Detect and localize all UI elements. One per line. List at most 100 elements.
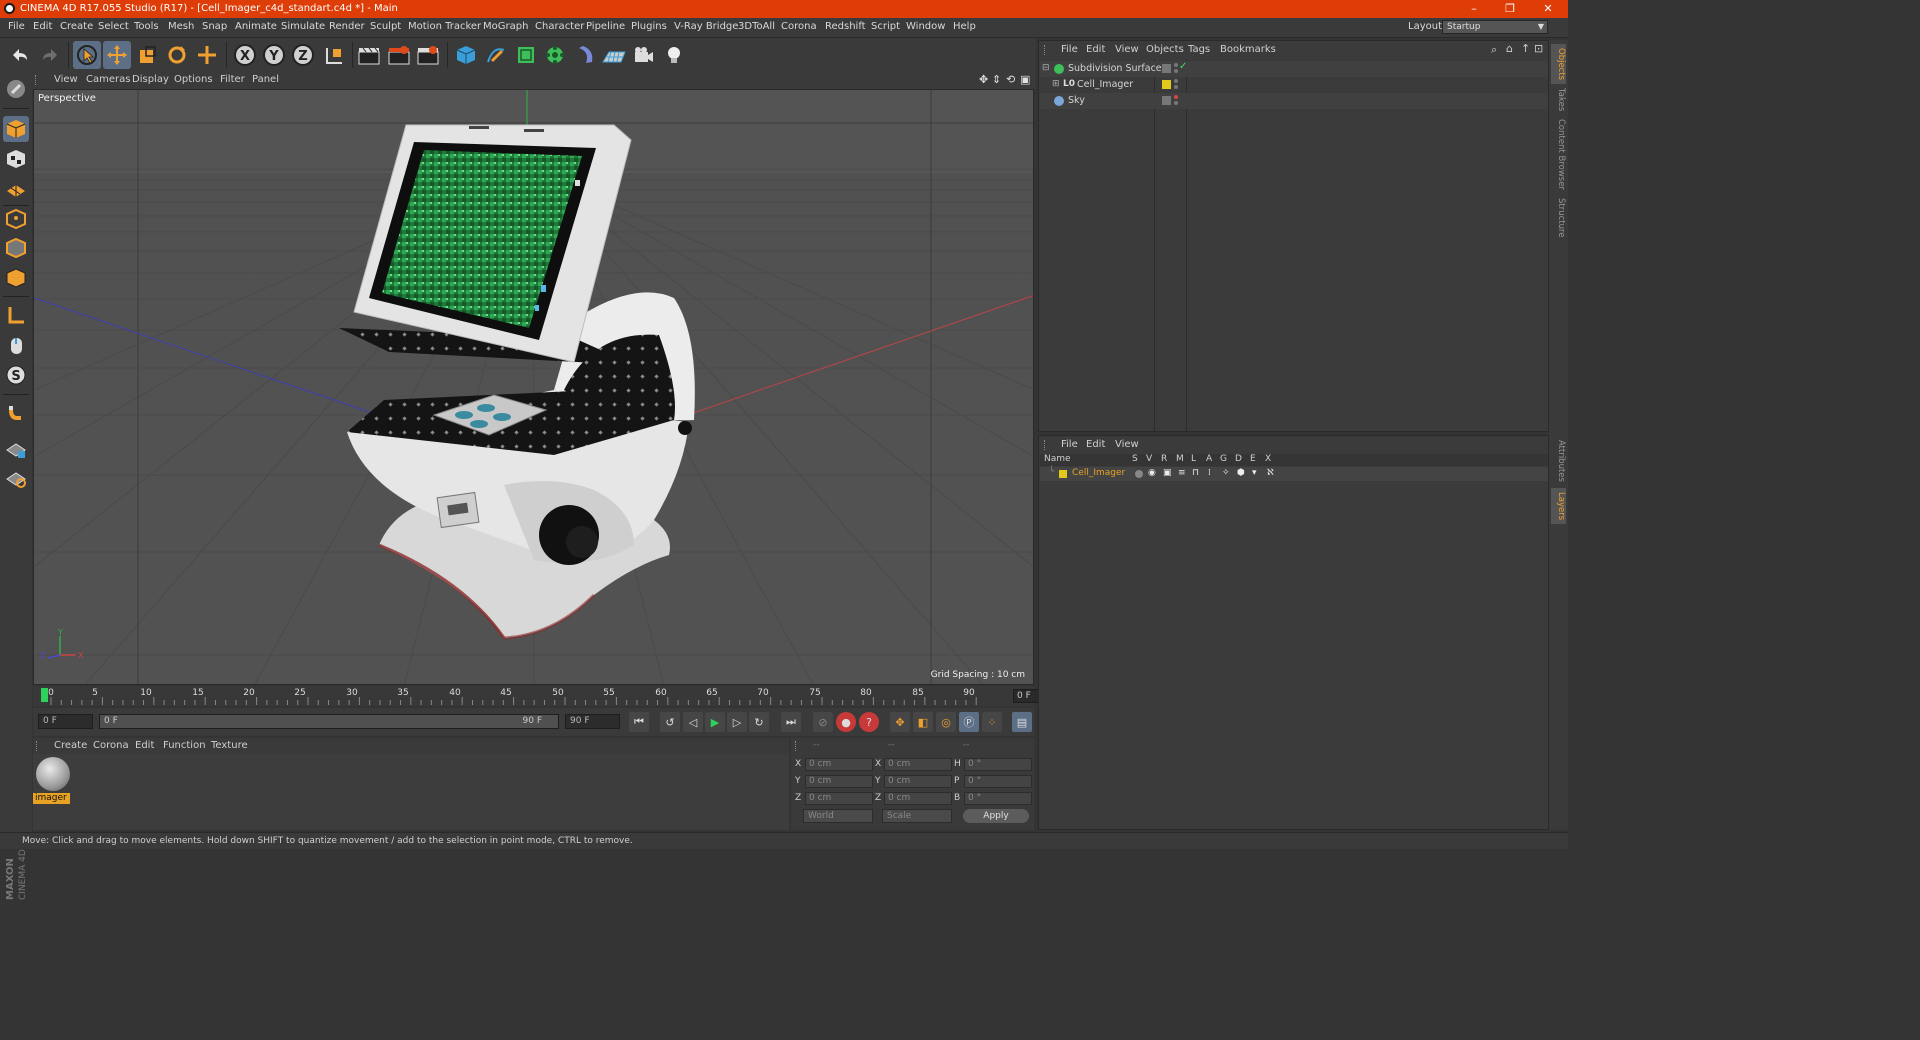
object-row[interactable]: ⊟ Subdivision Surface ✓ (1040, 61, 1548, 77)
menu-edit[interactable]: Edit (33, 21, 52, 32)
object-row[interactable]: ⊞ L0 Cell_Imager (1040, 77, 1548, 93)
material-name-label[interactable]: imager (33, 793, 70, 804)
layer-menu-file[interactable]: File (1061, 439, 1078, 450)
xref-icon[interactable]: ℵ (1267, 468, 1274, 478)
collapse-icon[interactable]: ⊟ (1042, 63, 1050, 73)
edges-mode-button[interactable] (3, 235, 29, 261)
render-visibility-dot[interactable] (1174, 101, 1178, 105)
menu-tools[interactable]: Tools (134, 21, 159, 32)
coordinate-system-button[interactable] (320, 41, 348, 69)
layer-menu-edit[interactable]: Edit (1086, 439, 1105, 450)
add-cloner-button[interactable] (541, 41, 569, 69)
next-frame-button[interactable]: ▷ (727, 712, 747, 732)
menu-corona[interactable]: Corona (781, 21, 817, 32)
render-picture-viewer-button[interactable] (385, 41, 413, 69)
manager-list-icon[interactable]: ≡ (1178, 468, 1186, 478)
add-cube-button[interactable] (452, 41, 480, 69)
object-menu-tags[interactable]: Tags (1188, 44, 1210, 55)
object-menu-bookmarks[interactable]: Bookmarks (1220, 44, 1276, 55)
render-visibility-dot[interactable] (1174, 85, 1178, 89)
menu-create[interactable]: Create (60, 21, 93, 32)
go-to-start-button[interactable]: ⏮ (629, 712, 649, 732)
scale-tool-button[interactable] (133, 41, 161, 69)
magnet-button[interactable] (3, 400, 29, 426)
object-menu-edit[interactable]: Edit (1086, 44, 1105, 55)
texture-mode-button[interactable] (3, 146, 29, 172)
make-editable-button[interactable] (3, 76, 29, 102)
rotation-key-button[interactable]: ◎ (936, 712, 956, 732)
menu-3dtoall[interactable]: 3DToAll (738, 21, 775, 32)
layout-dropdown[interactable]: Startup ▼ (1442, 20, 1548, 34)
position-z-field[interactable]: 0 cm (805, 792, 873, 805)
layer-name[interactable]: Cell_Imager (1072, 468, 1125, 478)
menu-script[interactable]: Script (871, 21, 900, 32)
size-z-field[interactable]: 0 cm (884, 792, 952, 805)
editor-visibility-dot[interactable] (1174, 63, 1178, 67)
tab-structure[interactable]: Structure (1551, 196, 1566, 240)
animation-icon[interactable]: ⁞ (1208, 468, 1211, 478)
viewport-maximize-icon[interactable]: ▣ (1020, 73, 1030, 86)
axis-mode-button[interactable] (3, 302, 29, 328)
rotation-h-field[interactable]: 0 ° (964, 758, 1032, 771)
menu-mograph[interactable]: MoGraph (483, 21, 528, 32)
close-button[interactable]: ✕ (1530, 0, 1566, 18)
search-icon[interactable]: ⌕ (1491, 43, 1497, 57)
timeline-ruler[interactable]: 0 5 10 15 20 25 30 35 40 45 50 55 60 65 … (33, 686, 1065, 706)
menu-select[interactable]: Select (98, 21, 129, 32)
edit-render-settings-button[interactable] (414, 41, 442, 69)
menu-help[interactable]: Help (953, 21, 976, 32)
redo-button[interactable] (36, 41, 64, 69)
point-level-key-button[interactable]: ⁘ (982, 712, 1002, 732)
z-axis-lock-button[interactable]: Z (289, 41, 317, 69)
menu-file[interactable]: File (8, 21, 25, 32)
object-menu-file[interactable]: File (1061, 44, 1078, 55)
menu-redshift[interactable]: Redshift (825, 21, 866, 32)
up-arrow-icon[interactable]: ↑ (1521, 42, 1530, 55)
rotation-p-field[interactable]: 0 ° (964, 775, 1032, 788)
tweak-mode-button[interactable] (3, 332, 29, 358)
editor-visibility-dot[interactable] (1174, 79, 1178, 83)
render-view-button[interactable] (355, 41, 383, 69)
end-frame-field[interactable]: 90 F (565, 714, 620, 729)
undo-button[interactable] (6, 41, 34, 69)
previous-key-button[interactable]: ↺ (660, 712, 680, 732)
rotation-b-field[interactable]: 0 ° (964, 792, 1032, 805)
tab-objects[interactable]: Objects (1551, 44, 1566, 84)
new-view-icon[interactable]: ⊡ (1534, 42, 1543, 55)
polygons-mode-button[interactable] (3, 265, 29, 291)
move-tool-button[interactable] (103, 41, 131, 69)
material-menu-corona[interactable]: Corona (93, 740, 129, 751)
viewport-menu-view[interactable]: View (54, 74, 78, 85)
add-subdivision-surface-button[interactable] (512, 41, 540, 69)
lock-icon[interactable]: ⊓ (1192, 468, 1199, 478)
recent-tools-button[interactable] (193, 41, 221, 69)
menu-sculpt[interactable]: Sculpt (370, 21, 401, 32)
add-light-button[interactable] (660, 41, 688, 69)
tab-attributes[interactable]: Attributes (1551, 436, 1566, 486)
menu-snap[interactable]: Snap (202, 21, 227, 32)
position-y-field[interactable]: 0 cm (805, 775, 873, 788)
add-deformer-button[interactable] (571, 41, 599, 69)
material-menu-edit[interactable]: Edit (135, 740, 154, 751)
menu-simulate[interactable]: Simulate (281, 21, 325, 32)
home-icon[interactable]: ⌂ (1506, 42, 1513, 55)
minimize-button[interactable]: – (1456, 0, 1492, 18)
layer-menu-view[interactable]: View (1115, 439, 1139, 450)
viewport-menu-display[interactable]: Display (132, 74, 169, 85)
position-x-field[interactable]: 0 cm (805, 758, 873, 771)
material-menu-texture[interactable]: Texture (211, 740, 248, 751)
render-clapboard-icon[interactable]: ▣ (1163, 468, 1172, 478)
snapping-button[interactable]: S (3, 362, 29, 388)
viewport-menu-filter[interactable]: Filter (220, 74, 245, 85)
next-key-button[interactable]: ↻ (749, 712, 769, 732)
model-mode-button[interactable] (3, 116, 29, 142)
material-preview-sphere[interactable] (36, 757, 70, 791)
x-axis-lock-button[interactable]: X (231, 41, 259, 69)
position-key-button[interactable]: ✥ (890, 712, 910, 732)
menu-motion-tracker[interactable]: Motion Tracker (408, 21, 481, 32)
menu-vray-bridge[interactable]: V-Ray Bridge (674, 21, 738, 32)
autokeying-button[interactable]: ● (836, 712, 856, 732)
menu-window[interactable]: Window (906, 21, 945, 32)
size-mode-dropdown[interactable]: Scale (882, 809, 952, 823)
viewport-pan-icon[interactable]: ✥ (979, 73, 988, 86)
